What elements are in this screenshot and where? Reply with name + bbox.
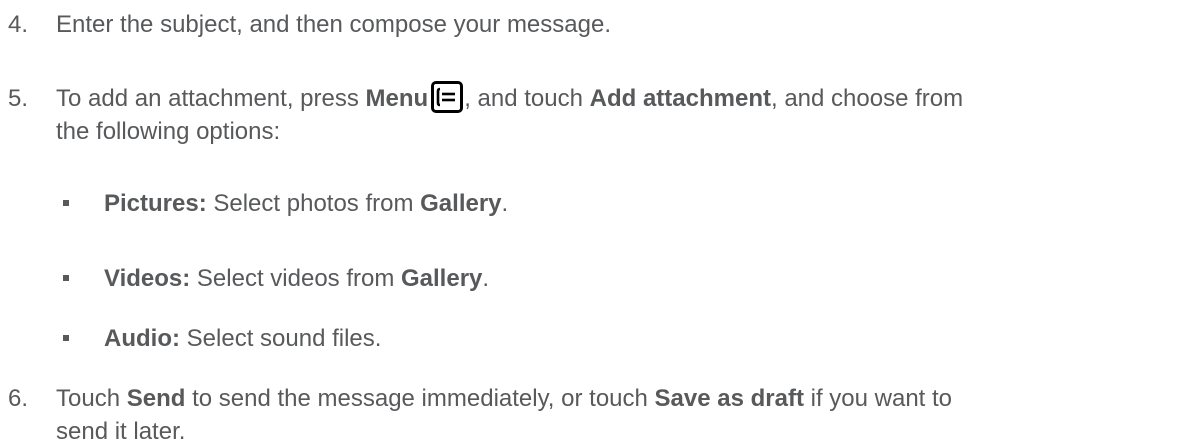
send-label: Send bbox=[126, 385, 186, 412]
save-as-draft-label: Save as draft bbox=[654, 385, 804, 412]
step-text: To add an attachment, press Menu, and to… bbox=[56, 80, 1176, 148]
step-number: 5. bbox=[8, 85, 29, 112]
instruction-document: 4. Enter the subject, and then compose y… bbox=[0, 0, 1191, 445]
option-label: Pictures: bbox=[104, 190, 207, 217]
step-number: 6. bbox=[8, 385, 29, 412]
bullet-icon bbox=[63, 275, 69, 281]
gallery-label: Gallery bbox=[401, 265, 483, 292]
add-attachment-label: Add attachment bbox=[589, 85, 771, 112]
bullet-icon bbox=[63, 200, 69, 206]
option-label: Audio: bbox=[104, 325, 180, 352]
bullet-icon bbox=[63, 335, 69, 341]
menu-label: Menu bbox=[365, 85, 429, 112]
step-text: Touch Send to send the message immediate… bbox=[56, 385, 953, 445]
menu-key-icon bbox=[431, 80, 464, 113]
option-label: Videos: bbox=[104, 265, 191, 292]
step-text: Enter the subject, and then compose your… bbox=[56, 11, 611, 38]
step-number: 4. bbox=[8, 11, 29, 38]
gallery-label: Gallery bbox=[420, 190, 502, 217]
